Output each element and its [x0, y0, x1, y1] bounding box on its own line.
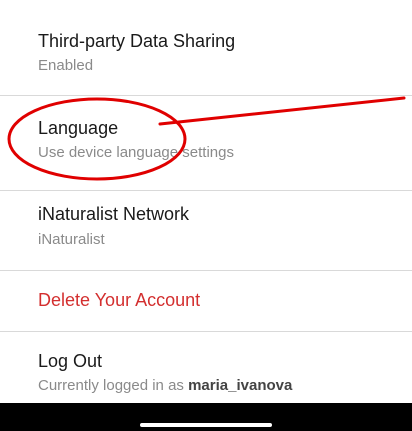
setting-title: Language	[38, 118, 119, 138]
setting-subtitle: Use device language settings	[38, 144, 234, 161]
setting-title: Third-party Data Sharing	[38, 31, 236, 51]
setting-third-party-data-sharing[interactable]: Third-party Data Sharing Enabled	[0, 0, 412, 95]
logout-button[interactable]: Log Out Currently logged in as maria_iva…	[0, 332, 412, 402]
setting-subtitle: Enabled	[38, 57, 94, 74]
logged-in-as-text: Currently logged in as maria_ivanova	[38, 377, 292, 394]
settings-screen: Third-party Data Sharing Enabled Languag…	[0, 0, 412, 431]
setting-title: Delete Your Account	[38, 290, 201, 310]
delete-account-button[interactable]: Delete Your Account	[0, 271, 412, 331]
setting-inaturalist-network[interactable]: iNaturalist Network iNaturalist	[0, 191, 412, 270]
setting-subtitle: iNaturalist	[38, 231, 105, 248]
setting-title: iNaturalist Network	[38, 204, 190, 224]
gesture-handle[interactable]	[140, 423, 272, 427]
logged-in-prefix: Currently logged in as	[38, 377, 189, 394]
setting-title: Log Out	[38, 351, 103, 371]
system-navigation-bar	[0, 403, 412, 431]
setting-language[interactable]: Language Use device language settings	[0, 96, 412, 190]
username: maria_ivanova	[188, 377, 293, 394]
